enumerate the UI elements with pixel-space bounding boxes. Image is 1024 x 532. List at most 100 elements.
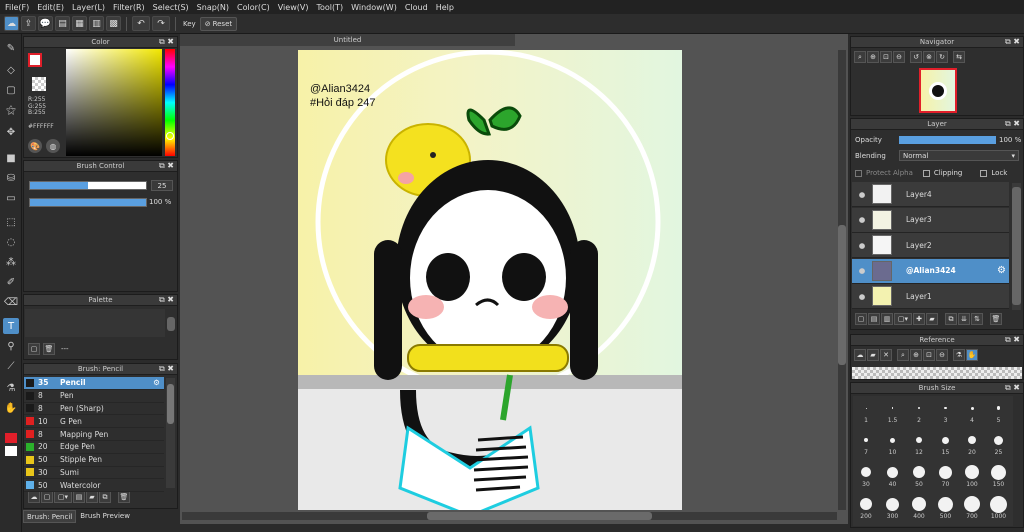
fit-icon[interactable]: ⊡	[880, 51, 892, 63]
layer-fx-icon[interactable]: ✚	[913, 313, 925, 325]
cloud-icon[interactable]: ☁	[4, 16, 19, 31]
brush-size-dot[interactable]	[965, 465, 979, 479]
menu-item-7[interactable]: View(V)	[276, 3, 315, 12]
eyedropper-icon[interactable]: ⚗	[953, 349, 965, 361]
brush-size-dot[interactable]	[891, 407, 894, 409]
eyedropper-tool-icon[interactable]: ⚗	[3, 380, 19, 396]
merge-layer-icon[interactable]: ⇊	[958, 313, 970, 325]
lasso-tool-icon[interactable]: ◌	[3, 234, 19, 250]
brush-settings-icon[interactable]: ▤	[73, 491, 85, 503]
brush-item[interactable]: 8 Mapping Pen	[24, 428, 164, 441]
brush-tool-icon[interactable]: ✎	[3, 40, 19, 56]
blending-select[interactable]: Normal ▾	[899, 150, 1019, 161]
delete-brush-icon[interactable]: 🗑	[118, 491, 130, 503]
duplicate-layer-icon[interactable]: ⧉	[945, 313, 957, 325]
menu-item-11[interactable]: Help	[434, 3, 460, 12]
reference-preview[interactable]	[852, 367, 1022, 379]
panel-icon[interactable]: ▥	[89, 16, 104, 31]
move-tool-icon[interactable]: ✥	[3, 124, 19, 140]
cloud-icon[interactable]: ☁	[854, 349, 866, 361]
close-icon[interactable]: ⧉ ✖	[1005, 383, 1020, 393]
brush-size-dot[interactable]	[887, 466, 898, 478]
layer-row[interactable]: ● Layer2	[852, 233, 1009, 258]
redo-icon[interactable]: ↷	[152, 16, 170, 31]
layer-row[interactable]: ● Layer4	[852, 182, 1009, 207]
brush-size-value[interactable]: 25	[151, 180, 173, 191]
color-swatch-red[interactable]	[5, 433, 17, 443]
delete-layer-icon[interactable]: 🗑	[990, 313, 1002, 325]
brush-list-scrollbar[interactable]	[166, 378, 175, 488]
wand-tool-icon[interactable]: ⚝	[3, 102, 19, 118]
menu-item-8[interactable]: Tool(T)	[314, 3, 349, 12]
brush-size-dot[interactable]	[964, 496, 980, 512]
flip-icon[interactable]: ⇆	[953, 51, 965, 63]
menu-item-0[interactable]: File(F)	[3, 3, 35, 12]
text-tool-icon[interactable]: T	[3, 318, 19, 334]
reset-view-icon[interactable]: ⊗	[923, 51, 935, 63]
open-folder-icon[interactable]: ▰	[867, 349, 879, 361]
palette-swatches[interactable]	[25, 309, 165, 337]
brush-size-dot[interactable]	[861, 467, 871, 477]
brush-size-dot[interactable]	[994, 435, 1003, 445]
layer-row[interactable]: ● @Alian3424 ⚙	[852, 258, 1009, 284]
new-layer-1bit-icon[interactable]: ▥	[881, 313, 893, 325]
v-scroll-thumb[interactable]	[838, 225, 846, 365]
clipping-checkbox[interactable]	[922, 169, 930, 177]
scroll-thumb[interactable]	[1012, 187, 1021, 305]
zoom-in-icon[interactable]: ⊕	[867, 51, 879, 63]
palette-icon[interactable]: 🎨	[28, 139, 42, 153]
layer-folder-icon[interactable]: ▰	[926, 313, 938, 325]
add-brush-icon[interactable]: ▢	[41, 491, 53, 503]
undo-icon[interactable]: ↶	[132, 16, 150, 31]
palette-scrollbar[interactable]	[167, 317, 175, 331]
fit-icon[interactable]: ⊡	[923, 349, 935, 361]
transfer-icon[interactable]: ⇅	[971, 313, 983, 325]
duplicate-icon[interactable]: ⧉	[99, 491, 111, 503]
rotate-right-icon[interactable]: ↻	[936, 51, 948, 63]
color-swatch-white[interactable]	[5, 446, 17, 456]
brush-item[interactable]: 8 Pen	[24, 390, 164, 403]
close-icon[interactable]: ⧉ ✖	[1005, 119, 1020, 129]
cloud-brush-icon[interactable]: ☁	[28, 491, 40, 503]
new-layer-8bit-icon[interactable]: ▤	[868, 313, 880, 325]
hand-icon[interactable]: ✋	[966, 349, 978, 361]
brush-menu-icon[interactable]: ▢▾	[54, 491, 72, 503]
rotate-left-icon[interactable]: ↺	[910, 51, 922, 63]
brush-item[interactable]: 35 Pencil ⚙	[24, 377, 164, 390]
background-color[interactable]	[32, 77, 46, 91]
brush-item[interactable]: 30 Sumi	[24, 467, 164, 480]
menu-item-2[interactable]: Layer(L)	[70, 3, 111, 12]
eye-icon[interactable]: ●	[852, 292, 872, 301]
brush-size-dot[interactable]	[996, 406, 1001, 410]
close-icon[interactable]: ⧉ ✖	[159, 295, 174, 305]
document-tab[interactable]: Untitled	[180, 34, 515, 46]
foreground-color[interactable]	[28, 53, 42, 67]
brush-size-dot[interactable]	[990, 495, 1007, 513]
eraser-tool-icon[interactable]: ◇	[3, 62, 19, 78]
select-tool-icon[interactable]: ⬚	[3, 214, 19, 230]
brush-item[interactable]: 50 Watercolor	[24, 479, 164, 493]
close-icon[interactable]: ⧉ ✖	[1005, 335, 1020, 345]
brush-size-dot[interactable]	[970, 406, 974, 410]
brush-size-dot[interactable]	[864, 438, 868, 442]
brush-item[interactable]: 50 Stipple Pen	[24, 454, 164, 467]
layer-menu-icon[interactable]: ▢▾	[894, 313, 912, 325]
magic-wand-tool-icon[interactable]: ⁂	[3, 254, 19, 270]
brush-size-dot[interactable]	[991, 464, 1006, 480]
vertical-scrollbar[interactable]	[838, 50, 846, 510]
tab-brush-pencil[interactable]: Brush: Pencil	[23, 510, 77, 523]
zoom-in-icon[interactable]: ⊕	[910, 349, 922, 361]
speech-bubble-icon[interactable]: 💬	[38, 16, 53, 31]
brush-size-dot[interactable]	[913, 466, 925, 478]
brush-size-dot[interactable]	[860, 498, 872, 510]
brush-item[interactable]: 10 G Pen	[24, 415, 164, 429]
layer-scrollbar[interactable]	[1012, 183, 1021, 310]
close-icon[interactable]: ⧉ ✖	[159, 161, 174, 171]
tab-brush-preview[interactable]: Brush Preview	[76, 510, 134, 523]
horizontal-scrollbar[interactable]	[182, 512, 837, 520]
bucket-tool-icon[interactable]: ⛁	[3, 170, 19, 186]
operation-tool-icon[interactable]: ⚲	[3, 338, 19, 354]
menu-item-1[interactable]: Edit(E)	[35, 3, 70, 12]
brush-item[interactable]: 8 Pen (Sharp)	[24, 403, 164, 416]
close-icon[interactable]: ⧉ ✖	[1005, 37, 1020, 47]
